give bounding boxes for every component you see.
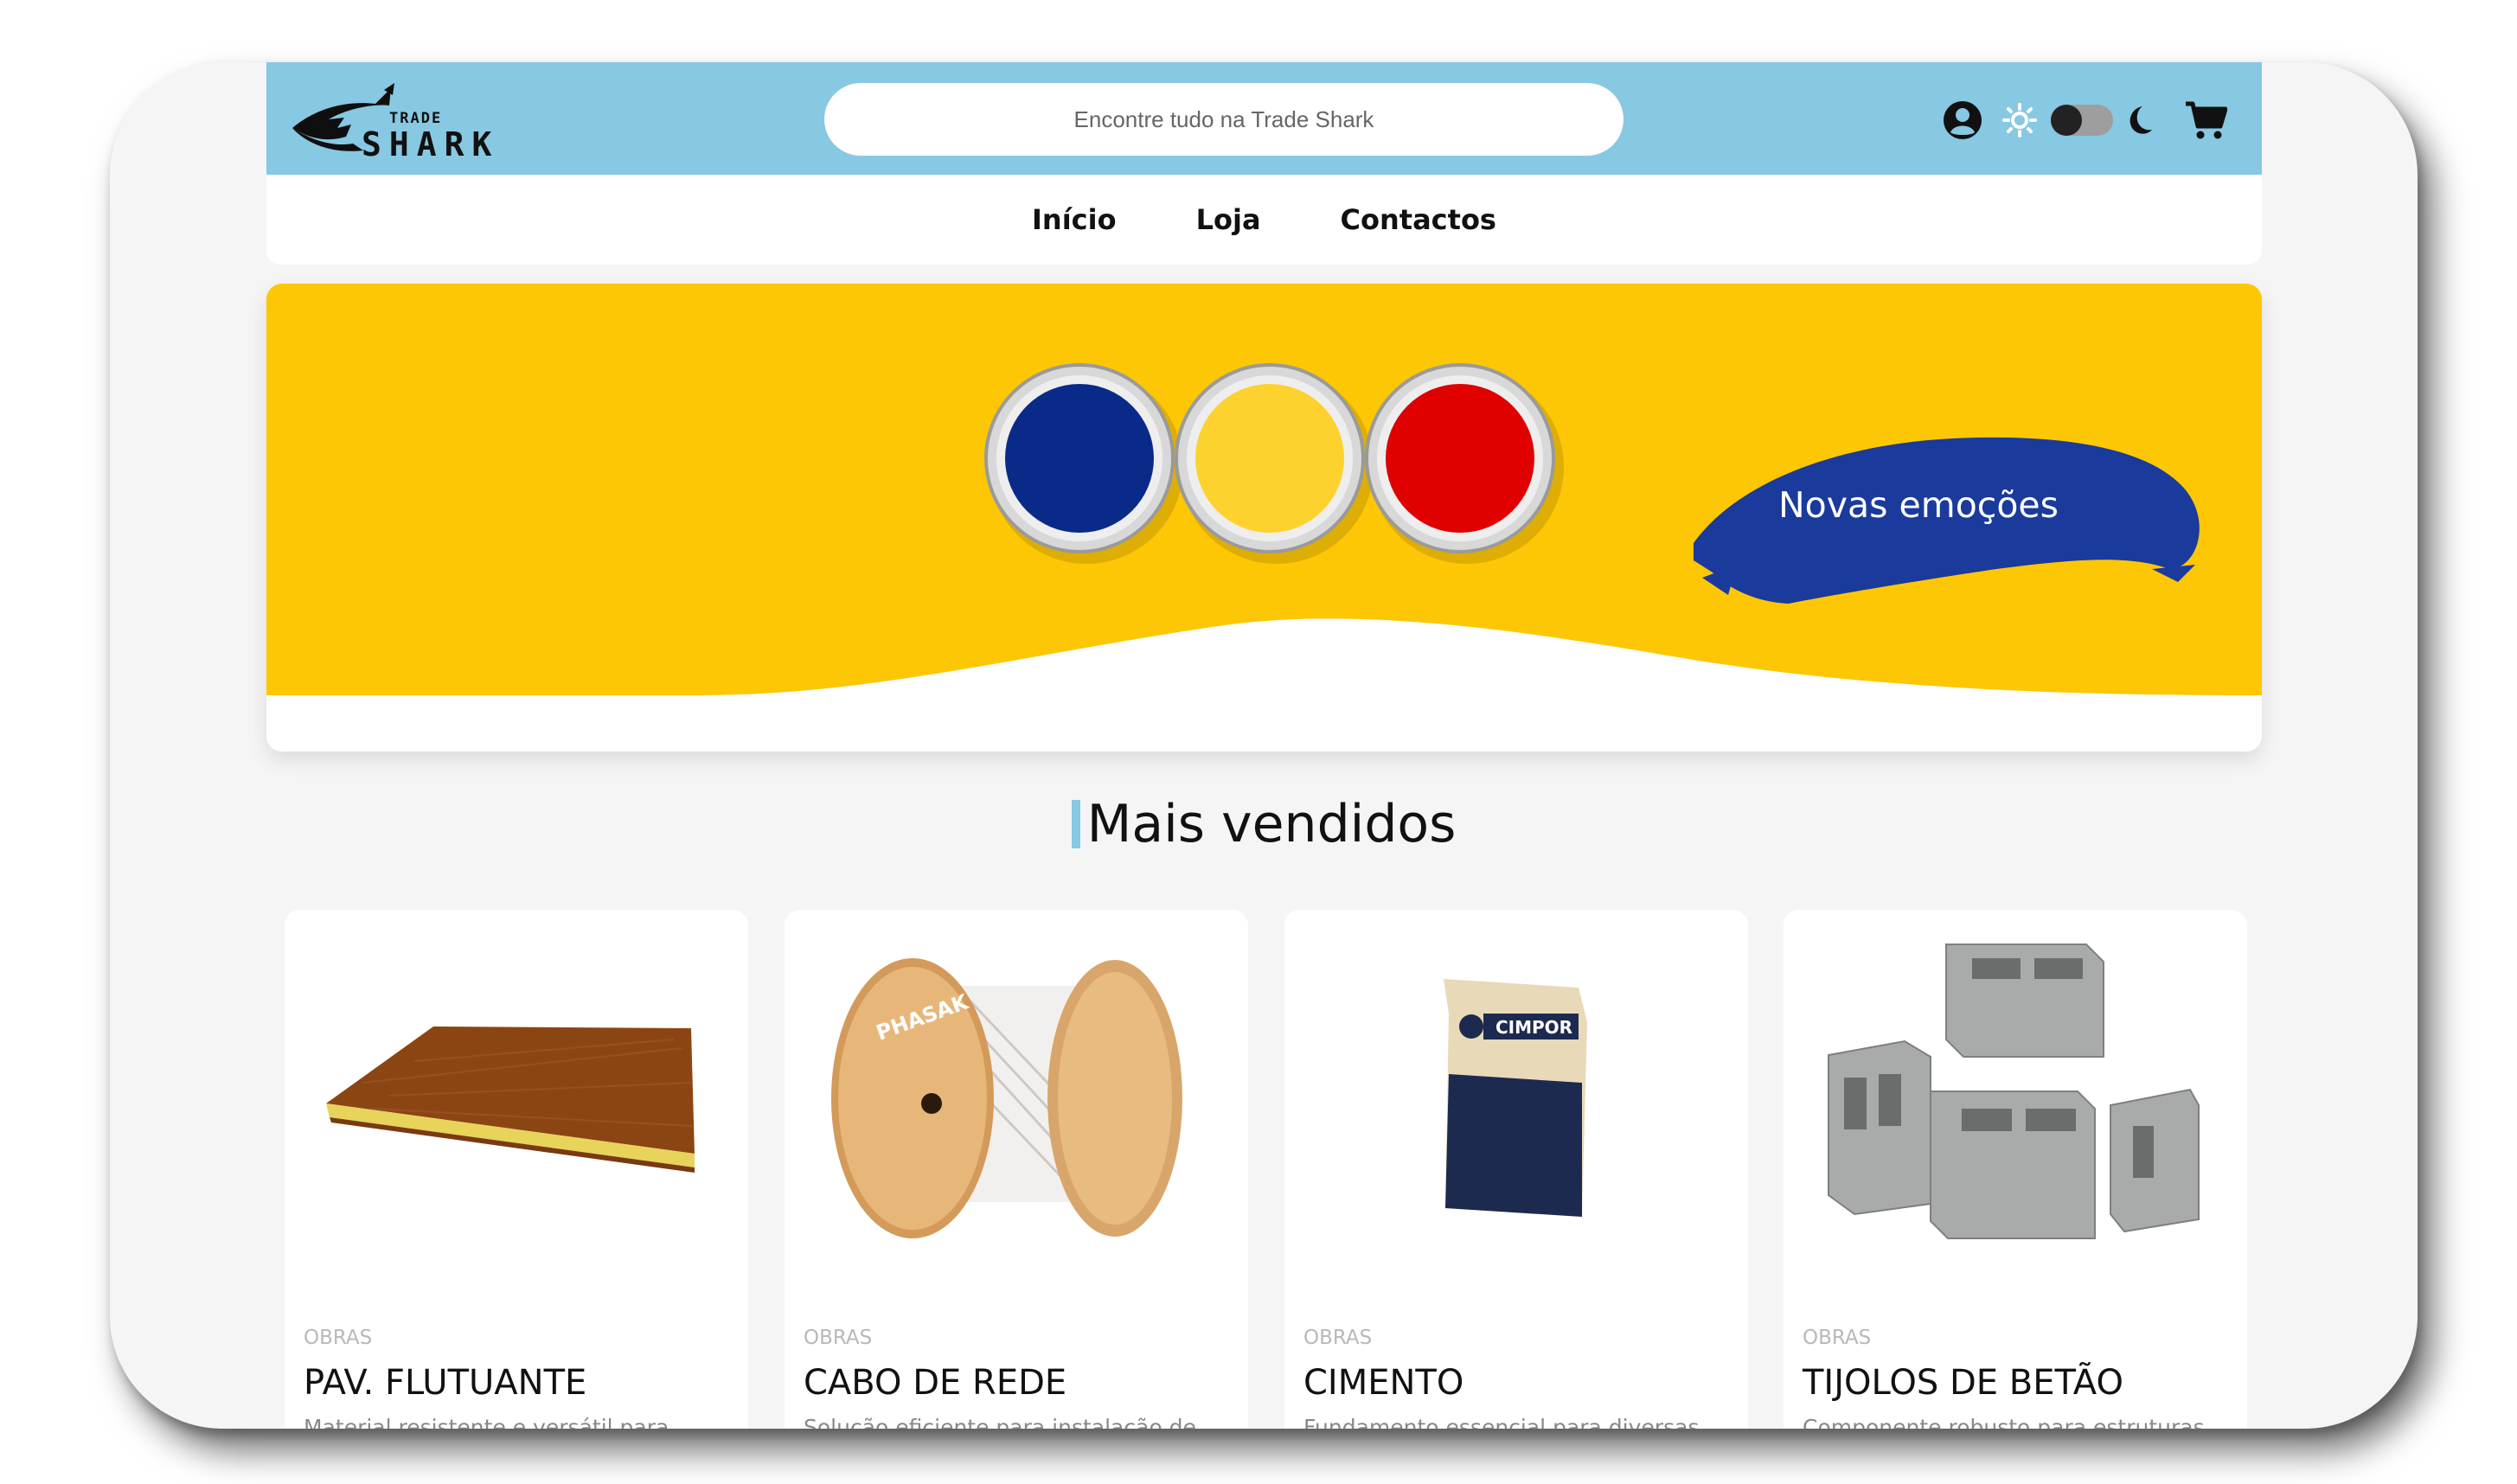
sun-icon[interactable] — [2002, 103, 2037, 138]
header-actions — [1942, 99, 2227, 142]
search-input[interactable] — [824, 83, 1624, 156]
theme-toggle[interactable] — [2051, 105, 2113, 136]
logo-top-text: TRADE — [389, 110, 442, 127]
product-description: Componente robusto para estruturas — [1803, 1415, 2205, 1429]
product-name[interactable]: TIJOLOS DE BETÃO — [1803, 1363, 2123, 1403]
product-name[interactable]: CABO DE REDE — [804, 1363, 1066, 1403]
product-card[interactable]: PHASAK OBRAS CABO DE REDE Solução eficie… — [785, 910, 1248, 1429]
shopping-cart-icon[interactable] — [2184, 99, 2227, 142]
product-card[interactable]: OBRAS TIJOLOS DE BETÃO Componente robust… — [1784, 910, 2247, 1429]
logo-bottom-text: SHARK — [362, 125, 496, 163]
product-name[interactable]: CIMENTO — [1303, 1363, 1463, 1403]
concrete-blocks-image — [1784, 910, 2247, 1299]
browser-frame: TRADE SHARK Encontre tudo na Trade Shark… — [110, 62, 2418, 1429]
hero-banner[interactable]: Novas emoções — [266, 284, 2262, 752]
top-header: TRADE SHARK — [266, 62, 2262, 175]
title-accent-bar — [1071, 800, 1080, 848]
nav-link-inicio[interactable]: Início — [1032, 203, 1117, 236]
product-description: Solução eficiente para instalação de — [804, 1415, 1196, 1429]
toggle-knob — [2051, 105, 2082, 136]
section-title-text: Mais vendidos — [1086, 794, 1457, 854]
nav-link-loja[interactable]: Loja — [1196, 203, 1261, 236]
nav-link-contactos[interactable]: Contactos — [1341, 203, 1496, 236]
product-card[interactable]: OBRAS PAV. FLUTUANTE Material resistente… — [285, 910, 748, 1429]
user-account-icon[interactable] — [1942, 99, 1983, 141]
product-category: OBRAS — [304, 1327, 373, 1349]
main-navigation: Início Loja Contactos — [266, 175, 2262, 265]
shark-logo-icon: TRADE SHARK — [292, 83, 496, 163]
product-category: OBRAS — [1303, 1327, 1373, 1349]
product-category: OBRAS — [1803, 1327, 1872, 1349]
product-description: Fundamento essencial para diversas — [1303, 1415, 1700, 1429]
product-card[interactable]: CIMPOR OBRAS CIMENTO Fundamento essencia… — [1284, 910, 1748, 1429]
product-category: OBRAS — [804, 1327, 873, 1349]
moon-icon[interactable] — [2122, 104, 2155, 137]
section-title: Mais vendidos — [110, 794, 2418, 854]
floor-panel-image — [285, 910, 748, 1299]
product-name[interactable]: PAV. FLUTUANTE — [304, 1363, 586, 1403]
cement-bag-image: CIMPOR — [1284, 910, 1748, 1299]
product-description: Material resistente e versátil para — [304, 1415, 669, 1429]
cable-reel-image: PHASAK — [785, 910, 1248, 1299]
banner-tagline: Novas emoções — [1778, 484, 2059, 526]
trade-shark-logo[interactable]: TRADE SHARK — [280, 74, 496, 164]
svg-text:CIMPOR: CIMPOR — [1495, 1017, 1572, 1038]
